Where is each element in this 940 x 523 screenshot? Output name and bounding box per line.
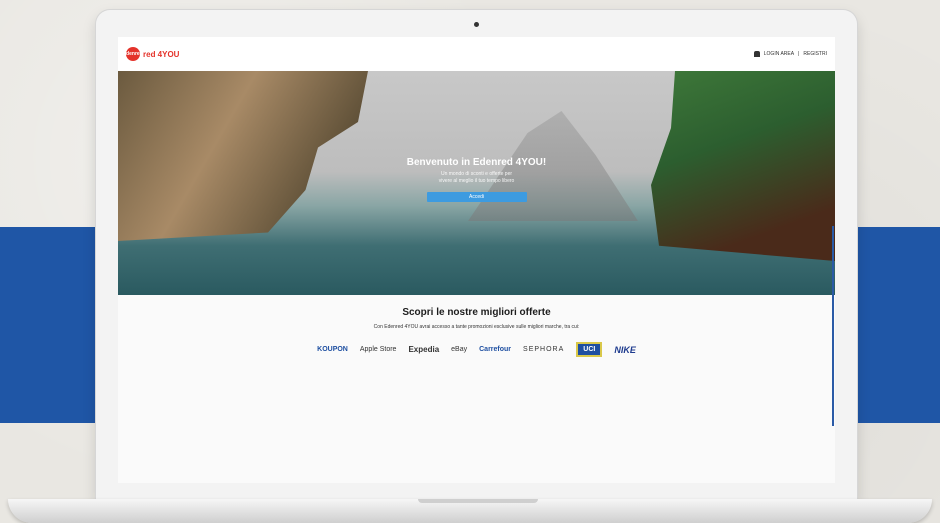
blue-band-right <box>856 227 940 423</box>
brand-sephora[interactable]: SEPHORA <box>523 346 564 353</box>
brand-carrefour[interactable]: Carrefour <box>479 346 511 353</box>
brand-uci[interactable]: UCI <box>576 342 603 357</box>
edenred-logo-icon: edenred <box>123 47 143 61</box>
laptop-base <box>8 499 932 523</box>
login-area-link[interactable]: LOGIN AREA <box>764 51 794 57</box>
offers-section: Scopri le nostre migliori offerte Con Ed… <box>118 295 835 357</box>
brand-expedia[interactable]: Expedia <box>408 345 439 354</box>
site-logo[interactable]: edenred red 4YOU <box>123 47 180 61</box>
blue-band-left <box>0 227 100 423</box>
laptop-notch <box>418 499 538 503</box>
hero-title: Benvenuto in Edenred 4YOU! <box>406 157 547 168</box>
offers-subtitle: Con Edenred 4YOU avrai accesso a tante p… <box>373 324 580 330</box>
blue-edge-line <box>832 226 834 426</box>
left-cliff <box>118 71 368 241</box>
brand-ebay[interactable]: eBay <box>451 346 467 353</box>
hero-subtitle: Un mondo di sconti e offerte per vivere … <box>118 171 835 185</box>
separator: | <box>798 51 800 57</box>
brand-logos: KOUPON Apple Store Expedia eBay Carrefou… <box>118 342 835 357</box>
hero-content: Benvenuto in Edenred 4YOU! Un mondo di s… <box>118 157 835 203</box>
camera-icon <box>474 22 479 27</box>
brand-koupon[interactable]: KOUPON <box>317 346 348 353</box>
account-links: LOGIN AREA | REGISTRI <box>753 51 827 57</box>
hero-subtitle-line1: Un mondo di sconti e offerte per <box>440 171 513 177</box>
logo-text: red 4YOU <box>143 49 180 59</box>
browser-screen: edenred red 4YOU LOGIN AREA | REGISTRI B… <box>118 37 835 483</box>
access-button[interactable]: Accedi <box>426 192 527 202</box>
hero-banner: Benvenuto in Edenred 4YOU! Un mondo di s… <box>118 71 835 295</box>
brand-apple-store[interactable]: Apple Store <box>360 346 397 353</box>
offers-title: Scopri le nostre migliori offerte <box>402 307 551 318</box>
register-link[interactable]: REGISTRI <box>803 51 827 57</box>
brand-nike[interactable]: NIKE <box>614 345 636 355</box>
hero-subtitle-line2: vivere al meglio il tuo tempo libero <box>438 178 515 184</box>
site-header: edenred red 4YOU LOGIN AREA | REGISTRI <box>118 37 835 71</box>
user-icon <box>753 51 760 57</box>
